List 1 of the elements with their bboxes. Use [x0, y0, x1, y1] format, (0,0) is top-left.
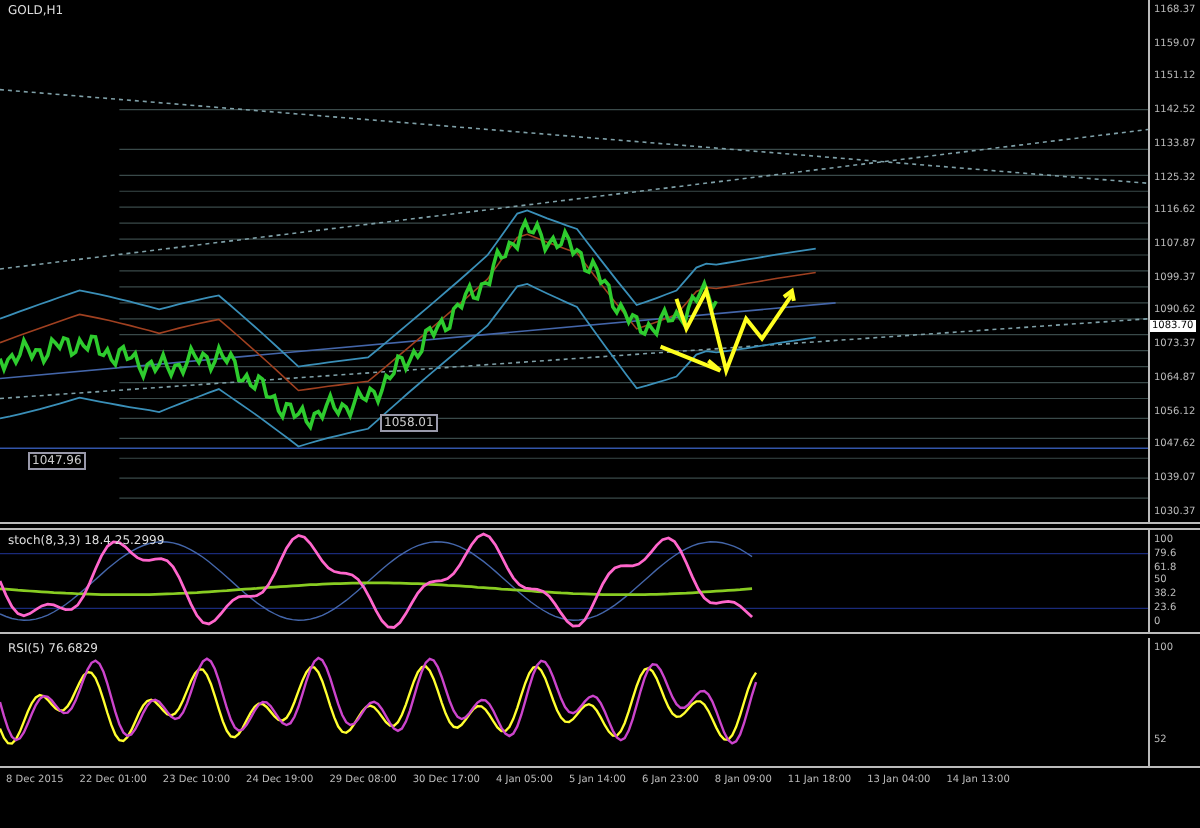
arrows-drawing — [659, 285, 796, 378]
